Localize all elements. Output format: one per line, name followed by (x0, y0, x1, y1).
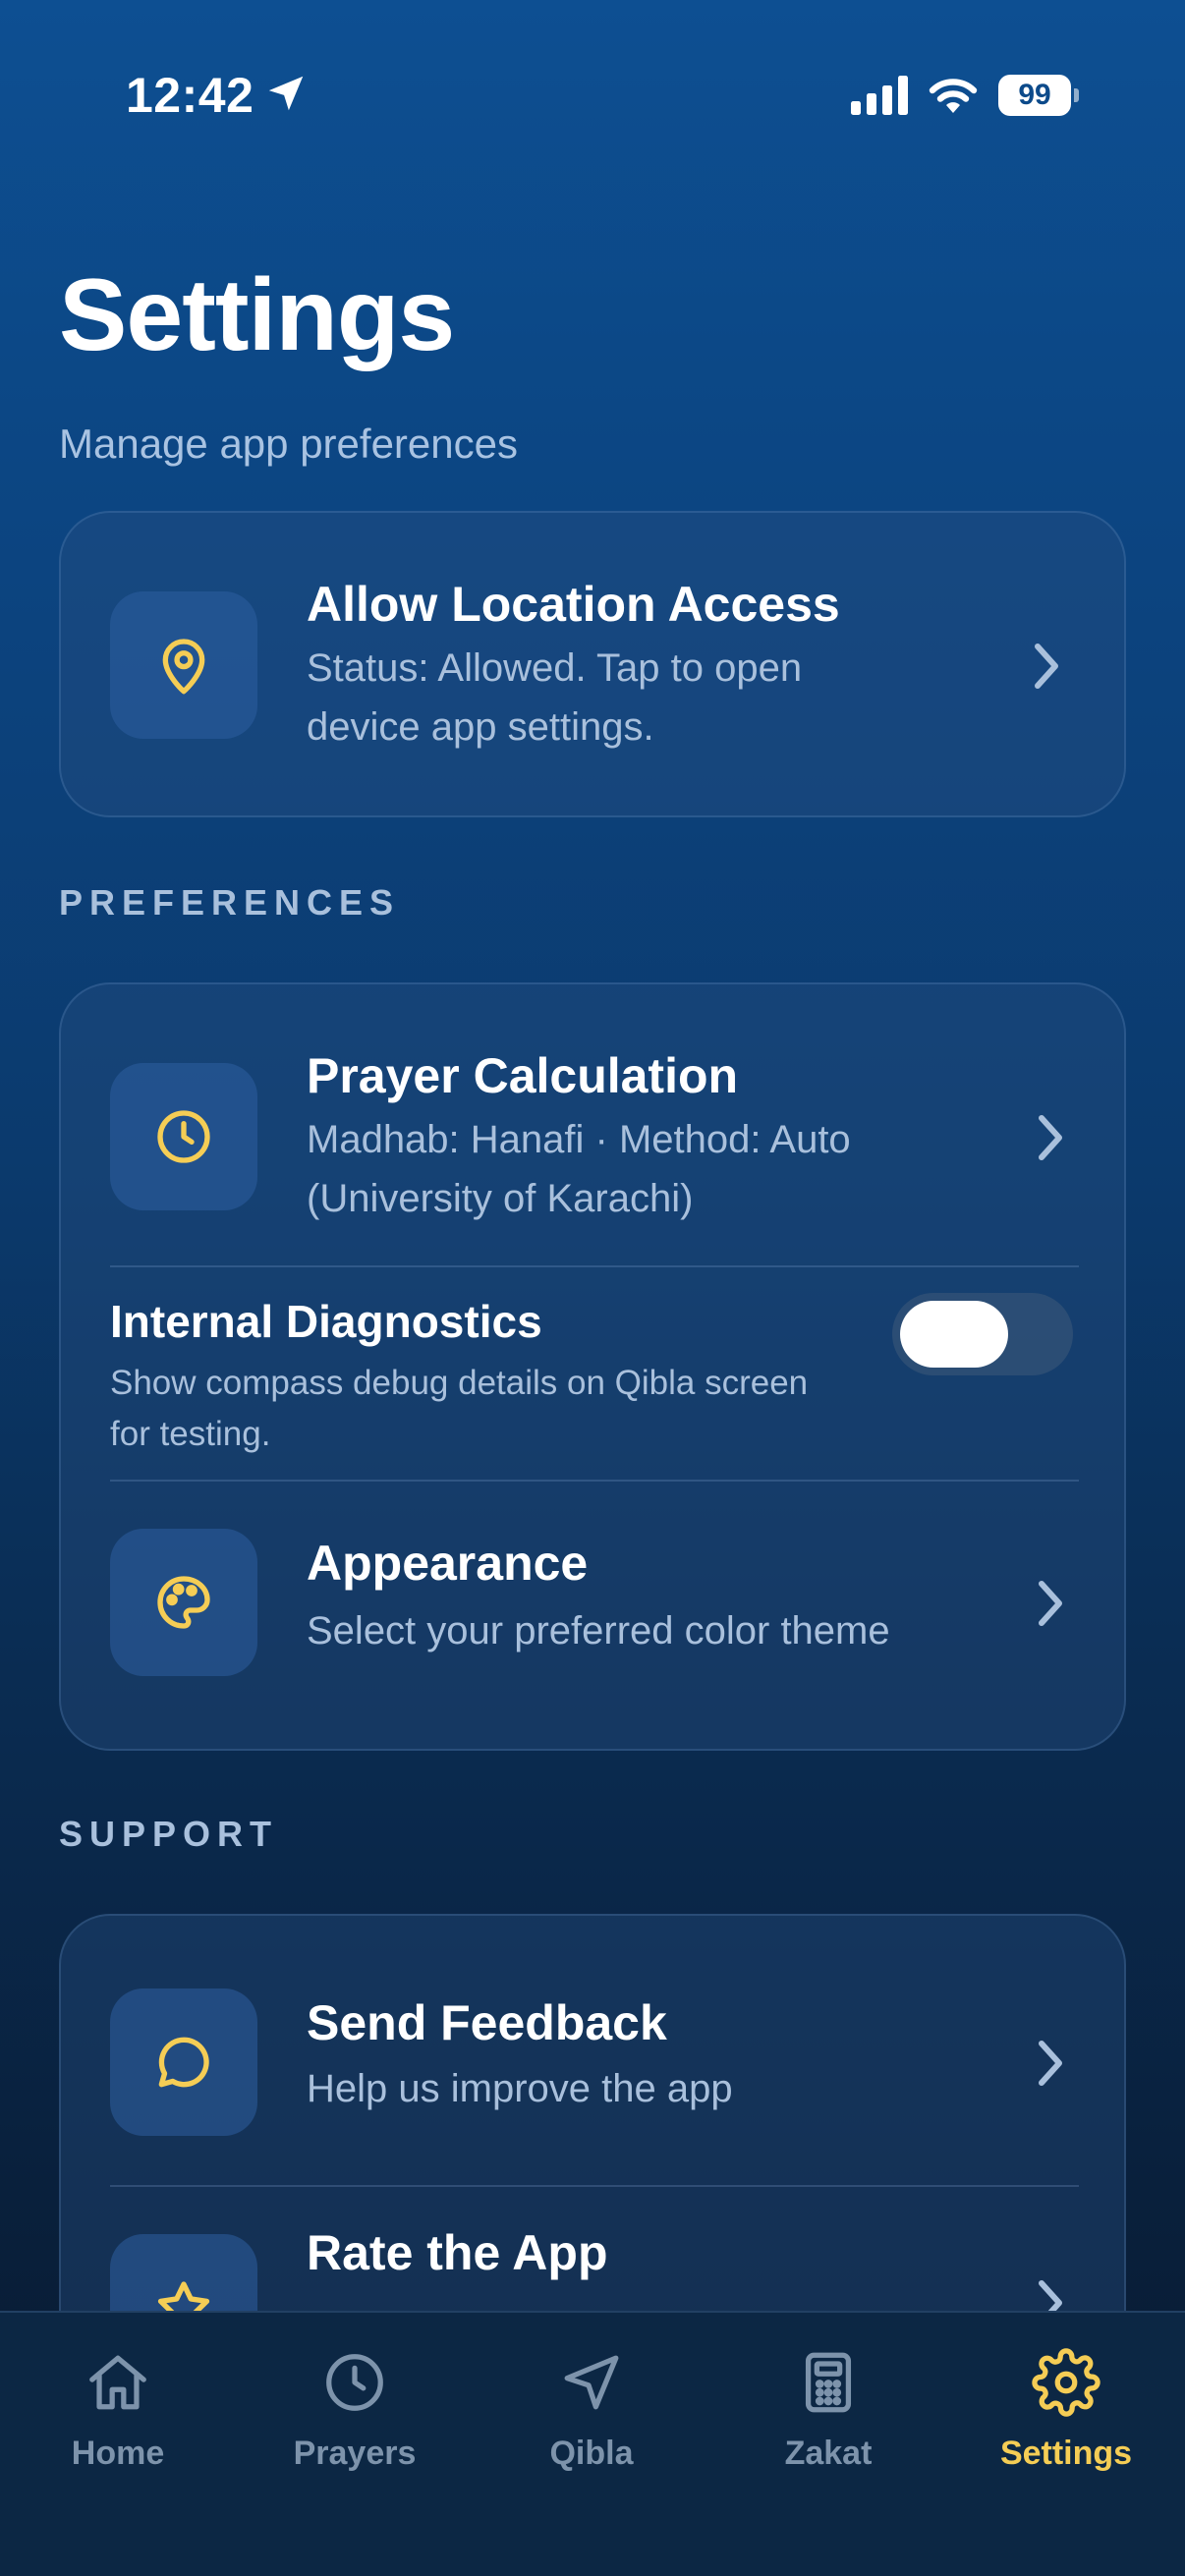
battery-level: 99 (998, 75, 1071, 116)
prayer-calculation-icon-box (110, 1063, 257, 1210)
location-arrow-icon (268, 76, 304, 111)
tab-bar: Home Prayers Qibla Zakat Settings (0, 2311, 1185, 2576)
tab-settings-label: Settings (999, 2435, 1133, 2472)
preferences-card: Prayer Calculation Madhab: Hanafi · Meth… (59, 982, 1126, 1751)
preferences-section-header: PREFERENCES (59, 882, 401, 923)
tab-zakat-label: Zakat (784, 2435, 873, 2472)
appearance-icon-box (110, 1529, 257, 1676)
chevron-right-icon (1039, 2041, 1062, 2086)
clock-icon (326, 2354, 383, 2411)
send-feedback-row[interactable]: Send Feedback Help us improve the app (61, 1916, 1124, 2185)
navigation-arrow-icon (564, 2355, 619, 2410)
calculator-icon (805, 2352, 852, 2413)
status-time: 12:42 (126, 68, 254, 123)
home-icon (89, 2355, 146, 2410)
tab-zakat[interactable]: Zakat (710, 2348, 946, 2495)
page-subtitle: Manage app preferences (59, 420, 518, 467)
prayer-calculation-row[interactable]: Prayer Calculation Madhab: Hanafi · Meth… (61, 984, 1124, 1267)
chevron-right-icon (1035, 644, 1058, 689)
internal-diagnostics-row: Internal Diagnostics Show compass debug … (61, 1267, 1124, 1482)
send-feedback-title: Send Feedback (307, 1995, 667, 2050)
palette-icon (157, 1576, 210, 1629)
prayer-calculation-title: Prayer Calculation (307, 1048, 739, 1103)
toggle-knob (900, 1301, 1008, 1368)
map-pin-icon (162, 639, 205, 695)
tab-home[interactable]: Home (0, 2348, 236, 2495)
appearance-row[interactable]: Appearance Select your preferred color t… (61, 1482, 1124, 1749)
prayer-calculation-subtitle: Madhab: Hanafi · Method: Auto (Universit… (307, 1118, 851, 1220)
appearance-title: Appearance (307, 1536, 589, 1591)
appearance-subtitle: Select your preferred color theme (307, 1609, 890, 1652)
send-feedback-icon-box (110, 1988, 257, 2136)
wifi-icon (929, 79, 978, 113)
gear-icon (1032, 2348, 1100, 2417)
rate-app-title: Rate the App (307, 2225, 608, 2280)
send-feedback-subtitle: Help us improve the app (307, 2067, 733, 2110)
tab-prayers-label: Prayers (293, 2435, 417, 2472)
battery-tip (1074, 88, 1079, 102)
location-icon-box (110, 591, 257, 739)
status-bar: 12:42 99 (0, 0, 1185, 196)
chevron-right-icon (1039, 1581, 1062, 1626)
cellular-signal-icon (851, 76, 908, 115)
location-access-subtitle: Status: Allowed. Tap to open device app … (307, 646, 803, 749)
internal-diagnostics-subtitle: Show compass debug details on Qibla scre… (110, 1364, 809, 1453)
location-access-title: Allow Location Access (307, 577, 840, 632)
tab-settings[interactable]: Settings (948, 2348, 1184, 2495)
internal-diagnostics-toggle[interactable] (892, 1293, 1073, 1375)
chevron-right-icon (1039, 1115, 1062, 1160)
internal-diagnostics-title: Internal Diagnostics (110, 1296, 542, 1347)
tab-qibla[interactable]: Qibla (474, 2348, 709, 2495)
tab-home-label: Home (71, 2435, 165, 2472)
page-title: Settings (59, 258, 455, 372)
tab-qibla-label: Qibla (549, 2435, 634, 2472)
battery-indicator: 99 (998, 75, 1079, 116)
support-section-header: SUPPORT (59, 1814, 279, 1854)
clock-icon (157, 1110, 210, 1163)
chat-bubble-icon (158, 2037, 209, 2088)
location-access-card[interactable]: Allow Location Access Status: Allowed. T… (59, 511, 1126, 817)
tab-prayers[interactable]: Prayers (237, 2348, 473, 2495)
